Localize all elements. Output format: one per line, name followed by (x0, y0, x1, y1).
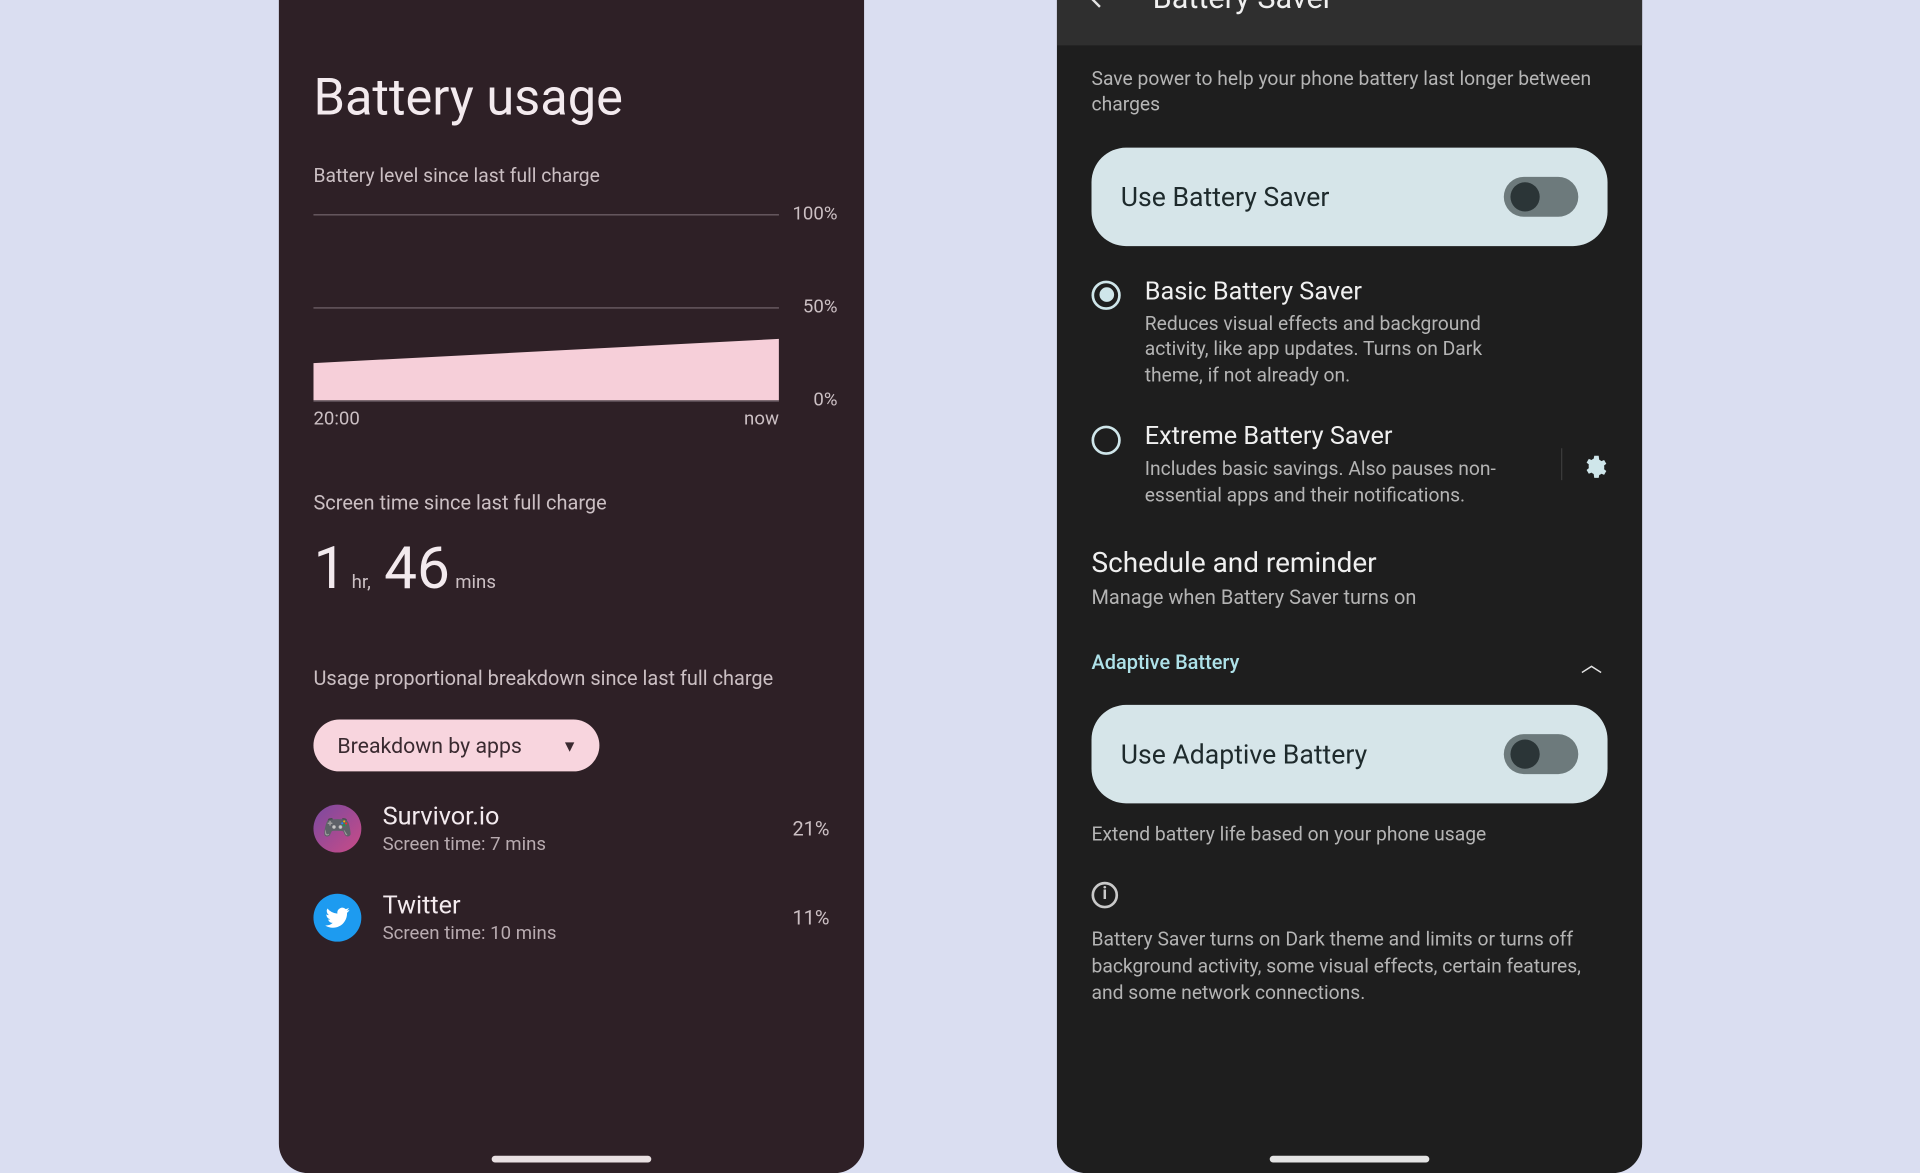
dropdown-label: Breakdown by apps (337, 733, 522, 758)
use-battery-saver-toggle[interactable]: Use Battery Saver (1091, 147, 1607, 245)
battery-level-caption: Battery level since last full charge (278, 141, 863, 198)
header-title: Battery Saver (1152, 0, 1332, 15)
section-subtitle: Manage when Battery Saver turns on (1091, 586, 1607, 610)
mode-title: Basic Battery Saver (1144, 275, 1516, 306)
app-icon (313, 893, 361, 941)
battery-saver-screen: 1:42 LTE Battery (1056, 0, 1641, 1173)
breakdown-caption: Usage proportional breakdown since last … (278, 611, 863, 701)
app-subtext: Screen time: 7 mins (382, 834, 545, 855)
section-title: Schedule and reminder (1091, 549, 1607, 581)
battery-usage-screen: 20:43 33% B (278, 0, 863, 1173)
toggle-label: Use Adaptive Battery (1120, 739, 1366, 771)
switch-off-icon[interactable] (1503, 176, 1577, 216)
info-icon: i (1091, 881, 1118, 908)
radio-selected-icon[interactable] (1091, 280, 1120, 309)
mode-basic-option[interactable]: Basic Battery Saver Reduces visual effec… (1056, 246, 1641, 392)
switch-off-icon[interactable] (1503, 735, 1577, 775)
mode-title: Extreme Battery Saver (1144, 421, 1516, 452)
toggle-label: Use Battery Saver (1120, 180, 1329, 212)
app-percent: 11% (792, 905, 829, 929)
screen-time-caption: Screen time since last full charge (278, 435, 863, 525)
app-name: Survivor.io (382, 801, 545, 832)
chevron-up-icon: ︿ (1580, 647, 1601, 679)
gesture-nav-bar[interactable] (491, 1156, 651, 1163)
mode-extreme-option[interactable]: Extreme Battery Saver Includes basic sav… (1056, 391, 1641, 511)
page-title: Battery usage (278, 5, 863, 141)
collapser-label: Adaptive Battery (1091, 651, 1239, 675)
app-percent: 21% (792, 816, 829, 840)
back-arrow-icon[interactable] (1086, 0, 1115, 14)
gesture-nav-bar[interactable] (1269, 1156, 1429, 1163)
chart-ytick-100: 100% (792, 204, 837, 225)
footer-note: Battery Saver turns on Dark theme and li… (1056, 908, 1641, 1008)
radio-unselected-icon[interactable] (1091, 426, 1120, 455)
chevron-down-icon: ▼ (561, 736, 577, 755)
app-usage-row[interactable]: 🎮 Survivor.io Screen time: 7 mins 21% (278, 771, 863, 860)
chart-xtick-end: now (744, 408, 779, 429)
gear-icon[interactable] (1560, 449, 1607, 481)
app-name: Twitter (382, 890, 556, 921)
app-usage-row[interactable]: Twitter Screen time: 10 mins 11% (278, 861, 863, 950)
app-icon: 🎮 (313, 804, 361, 852)
screen-time-value: 1hr, 46mins (278, 525, 863, 610)
back-arrow-icon[interactable] (308, 0, 337, 5)
mode-description: Reduces visual effects and background ac… (1144, 311, 1516, 389)
chart-ytick-0: 0% (813, 390, 837, 411)
mode-description: Includes basic savings. Also pauses non-… (1144, 457, 1516, 509)
app-text: Twitter Screen time: 10 mins (382, 890, 556, 945)
chart-ytick-50: 50% (802, 297, 837, 318)
header-bar: Battery Saver (1056, 0, 1641, 45)
schedule-reminder-item[interactable]: Schedule and reminder Manage when Batter… (1056, 511, 1641, 612)
breakdown-dropdown[interactable]: Breakdown by apps ▼ (313, 720, 598, 772)
app-subtext: Screen time: 10 mins (382, 923, 556, 944)
adaptive-battery-collapser[interactable]: Adaptive Battery ︿ (1056, 612, 1641, 686)
battery-level-chart: 100% 50% 0% 20:00 now (278, 198, 863, 435)
intro-text: Save power to help your phone battery la… (1056, 45, 1641, 129)
app-text: Survivor.io Screen time: 7 mins (382, 801, 545, 856)
chart-xtick-start: 20:00 (313, 408, 359, 429)
adaptive-note: Extend battery life based on your phone … (1056, 804, 1641, 850)
use-adaptive-battery-toggle[interactable]: Use Adaptive Battery (1091, 706, 1607, 804)
